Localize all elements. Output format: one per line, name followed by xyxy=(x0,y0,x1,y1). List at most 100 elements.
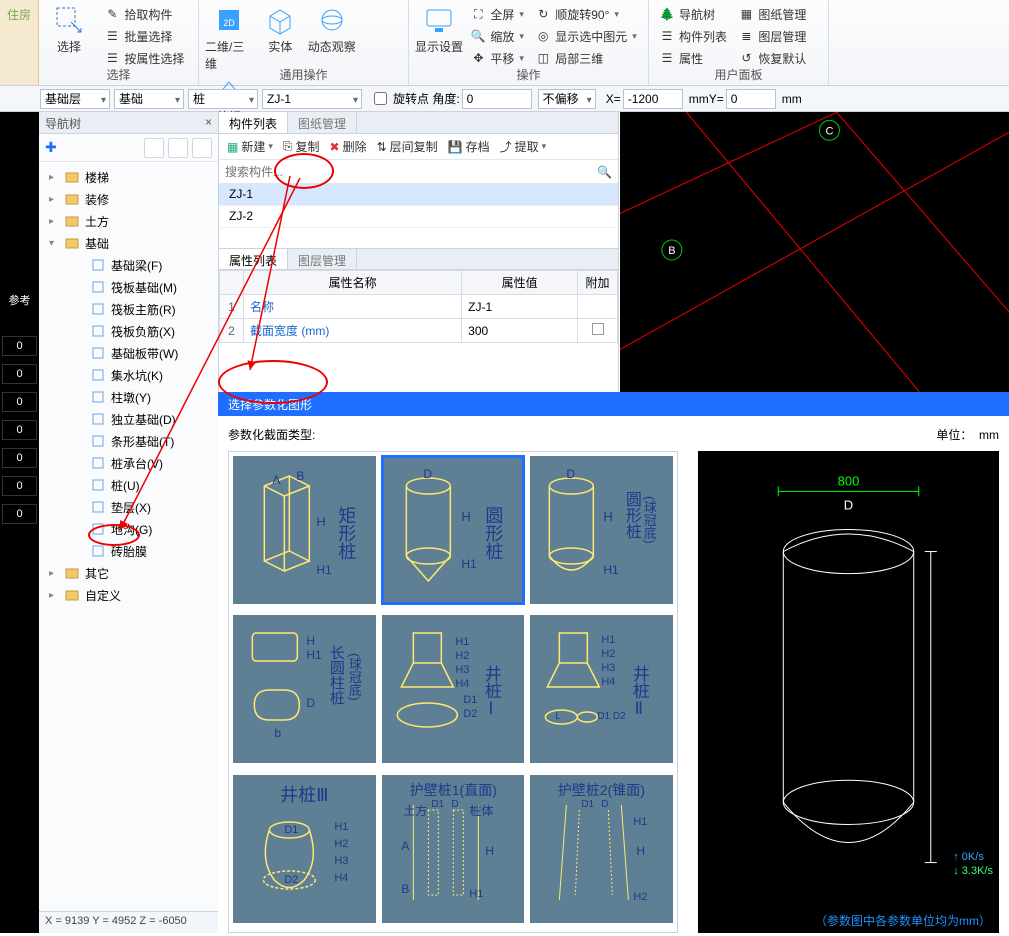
archive-button[interactable]: 💾存档 xyxy=(448,138,490,155)
folder-icon xyxy=(91,390,105,404)
folder-icon xyxy=(91,302,105,316)
folder-icon xyxy=(91,522,105,536)
nav-tree[interactable]: ▸楼梯▸装修▸土方▾基础基础梁(F)筏板基础(M)筏板主筋(R)筏板负筋(X)基… xyxy=(39,162,218,911)
category-select[interactable]: 基础 xyxy=(114,89,184,109)
ribbon-context-tab[interactable]: 住房 xyxy=(0,0,39,85)
complist-toggle[interactable]: ☰构件列表 xyxy=(655,26,731,46)
offset-select[interactable]: 不偏移 xyxy=(538,89,596,109)
tree-item[interactable]: ▸楼梯 xyxy=(39,166,218,188)
cube-icon xyxy=(264,4,296,36)
view-2d3d-button[interactable]: 2D二维/三维 xyxy=(205,2,253,72)
y-input[interactable]: 0 xyxy=(726,89,776,109)
svg-text:D1: D1 xyxy=(284,824,298,836)
tree-item[interactable]: 基础梁(F) xyxy=(39,254,218,276)
show-selected-button[interactable]: ◎显示选中图元 xyxy=(531,26,641,46)
svg-text:H: H xyxy=(306,634,315,648)
solid-button[interactable]: 实体 xyxy=(256,2,304,55)
view-list-button[interactable] xyxy=(144,138,164,158)
shape-option[interactable]: HH1bD长圆柱桩(球冠底) xyxy=(233,615,376,763)
tree-item[interactable]: ▸其它 xyxy=(39,562,218,584)
search-input[interactable] xyxy=(225,163,597,181)
rotate90-button[interactable]: ↻顺旋转90° xyxy=(531,4,641,24)
display-settings-button[interactable]: 显示设置 xyxy=(415,2,463,55)
tree-item[interactable]: ▾基础 xyxy=(39,232,218,254)
shape-option[interactable]: DHH1圆形桩(球冠底) xyxy=(530,456,673,604)
model-canvas[interactable]: C B xyxy=(620,112,1009,392)
select-by-property-button[interactable]: ☰按属性选择 xyxy=(100,48,188,68)
copy-button[interactable]: ⎘复制 xyxy=(283,138,320,155)
extra-checkbox[interactable] xyxy=(592,323,604,335)
navtree-toggle[interactable]: 🌲导航树 xyxy=(655,4,731,24)
tree-item[interactable]: ▸自定义 xyxy=(39,584,218,606)
shape-preview[interactable]: 800 D ↑ 0K/s ↓ 3.3K/s （参数图中各参数单位均为mm） xyxy=(698,451,999,933)
new-button[interactable]: ▦新建▾ xyxy=(227,138,273,155)
tab-property-list[interactable]: 属性列表 xyxy=(219,249,288,269)
svg-text:D2: D2 xyxy=(284,874,298,886)
shape-option[interactable]: ABHH1矩形桩 xyxy=(233,456,376,604)
component-select[interactable]: ZJ-1 xyxy=(262,89,362,109)
select-button[interactable]: 选择 xyxy=(45,2,93,55)
component-row[interactable]: ZJ-1 xyxy=(219,184,618,206)
extract-button[interactable]: ⤴提取▾ xyxy=(500,138,547,155)
filter-icon: ☰ xyxy=(104,50,120,66)
tree-item[interactable]: 独立基础(D) xyxy=(39,408,218,430)
search-icon[interactable]: 🔍 xyxy=(597,165,612,179)
tree-item[interactable]: 砖胎膜 xyxy=(39,540,218,562)
tree-item[interactable]: 垫层(X) xyxy=(39,496,218,518)
props-toggle[interactable]: ☰属性 xyxy=(655,48,731,68)
type-select[interactable]: 桩 xyxy=(188,89,258,109)
folder-icon xyxy=(91,456,105,470)
batch-select-button[interactable]: ☰批量选择 xyxy=(100,26,188,46)
local3d-button[interactable]: ◫局部三维 xyxy=(531,48,641,68)
tree-item[interactable]: ▸土方 xyxy=(39,210,218,232)
pan-button[interactable]: ✥平移 xyxy=(466,48,528,68)
tree-item[interactable]: ▸装修 xyxy=(39,188,218,210)
component-row[interactable]: ZJ-2 xyxy=(219,206,618,228)
floor-select[interactable]: 基础层 xyxy=(40,89,110,109)
svg-text:(球冠底): (球冠底) xyxy=(347,653,362,701)
nav-tree-title: 导航树 xyxy=(45,115,81,130)
tab-layer-mgr[interactable]: 图层管理 xyxy=(288,249,357,269)
shape-option[interactable]: DHH1圆形桩 xyxy=(382,456,525,604)
ruler-val: 0 xyxy=(2,476,37,496)
shape-option[interactable]: 护壁桩1(直面)土方D1D桩体ABHH1 xyxy=(382,775,525,923)
drawmgr-toggle[interactable]: ▦图纸管理 xyxy=(734,4,810,24)
tree-item[interactable]: 柱墩(Y) xyxy=(39,386,218,408)
tree-item[interactable]: 筏板负筋(X) xyxy=(39,320,218,342)
tree-item[interactable]: 地沟(G) xyxy=(39,518,218,540)
tree-item[interactable]: 筏板主筋(R) xyxy=(39,298,218,320)
shape-option[interactable]: H1H2H3H4LD1 D2井桩Ⅱ xyxy=(530,615,673,763)
folder-icon xyxy=(91,500,105,514)
zoom-button[interactable]: 🔍缩放 xyxy=(466,26,528,46)
delete-button[interactable]: ✖删除 xyxy=(330,138,367,155)
tree-item[interactable]: 集水坑(K) xyxy=(39,364,218,386)
fullscreen-button[interactable]: ⛶全屏 xyxy=(466,4,528,24)
view-grid-button[interactable] xyxy=(168,138,188,158)
tree-item[interactable]: 条形基础(T) xyxy=(39,430,218,452)
pick-component-button[interactable]: ✎拾取构件 xyxy=(100,4,188,24)
tree-item[interactable]: 基础板带(W) xyxy=(39,342,218,364)
dialog-title-bar[interactable]: 选择参数化图形 xyxy=(218,392,1009,416)
floor-copy-button[interactable]: ⇅层间复制 xyxy=(377,138,438,155)
tab-drawing-mgr[interactable]: 图纸管理 xyxy=(288,112,357,133)
shape-option[interactable]: H1H2H3H4D1D2井桩Ⅰ xyxy=(382,615,525,763)
group-label: 用户面板 xyxy=(649,66,828,83)
tab-component-list[interactable]: 构件列表 xyxy=(219,112,288,133)
add-icon[interactable]: ✚ xyxy=(45,139,57,156)
shape-option[interactable]: 井桩ⅢD1D2H1H2H3H4 xyxy=(233,775,376,923)
rotation-checkbox[interactable] xyxy=(374,92,387,105)
tree-item[interactable]: 桩(U) xyxy=(39,474,218,496)
layermgr-toggle[interactable]: ≣图层管理 xyxy=(734,26,810,46)
dynamic-view-button[interactable]: 动态观察 xyxy=(308,2,356,55)
restore-default-button[interactable]: ↺恢复默认 xyxy=(734,48,810,68)
shape-option[interactable]: 护壁桩2(锥面)D1DHH1H2 xyxy=(530,775,673,923)
panel-close-icon[interactable]: × xyxy=(205,115,212,130)
svg-text:H2: H2 xyxy=(334,838,348,850)
view-tree-button[interactable] xyxy=(192,138,212,158)
tree-item[interactable]: 桩承台(V) xyxy=(39,452,218,474)
tree-item[interactable]: 筏板基础(M) xyxy=(39,276,218,298)
rotation-input[interactable]: 0 xyxy=(462,89,532,109)
property-grid[interactable]: 属性名称属性值附加 1名称ZJ-1 2截面宽度 (mm)300 xyxy=(219,270,618,343)
display-icon xyxy=(423,4,455,36)
x-input[interactable]: -1200 xyxy=(623,89,683,109)
